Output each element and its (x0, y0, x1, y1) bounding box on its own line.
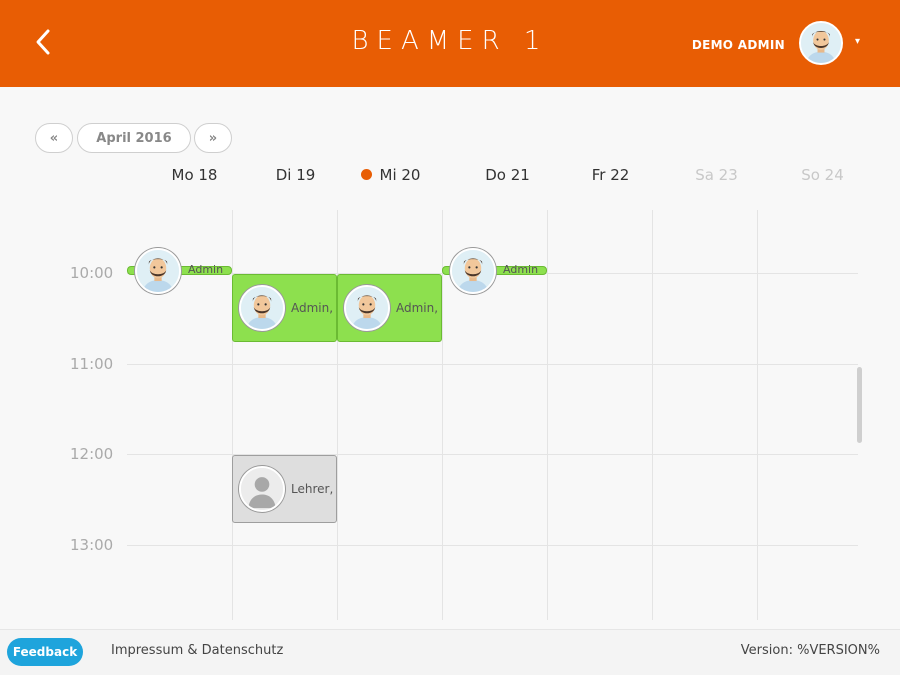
event-avatar (344, 285, 390, 331)
avatar-icon (346, 287, 388, 329)
event-label: Lehrer, (291, 482, 334, 496)
month-selector[interactable]: April 2016 (77, 123, 191, 153)
event-mi-admin[interactable]: Admin, (337, 274, 442, 342)
time-label: 12:00 (70, 445, 114, 463)
day-header-di: Di 19 (275, 166, 316, 184)
top-bar: BEAMER 1 DEMO ADMIN ▾ (0, 0, 900, 87)
day-header-mi: Mi 20 (338, 166, 443, 184)
next-week-button[interactable]: » (194, 123, 232, 153)
version-label: Version: %VERSION% (740, 643, 880, 658)
event-label: Admin, (291, 301, 334, 315)
user-avatar[interactable] (799, 21, 843, 65)
time-label: 10:00 (70, 264, 114, 282)
previous-week-button[interactable]: « (35, 123, 73, 153)
event-di-admin[interactable]: Admin, (232, 274, 337, 342)
event-label: Admin (503, 263, 539, 276)
day-header-mo: Mo 18 (171, 166, 218, 184)
day-header-so: So 24 (801, 166, 844, 184)
today-indicator-icon (360, 169, 372, 180)
chevron-down-icon[interactable]: ▾ (855, 36, 860, 47)
avatar-icon (801, 23, 841, 63)
event-avatar[interactable] (450, 248, 496, 294)
avatar-icon (137, 250, 179, 292)
impressum-link[interactable]: Impressum & Datenschutz (111, 643, 283, 658)
event-avatar (239, 285, 285, 331)
day-header-do: Do 21 (485, 166, 530, 184)
time-label: 13:00 (70, 536, 114, 554)
avatar-icon (241, 287, 283, 329)
event-avatar[interactable] (135, 248, 181, 294)
feedback-button[interactable]: Feedback (7, 638, 83, 666)
event-avatar (239, 466, 285, 512)
footer: Feedback Impressum & Datenschutz Version… (0, 629, 900, 675)
event-di-lehrer[interactable]: Lehrer, (232, 455, 337, 523)
user-name[interactable]: DEMO ADMIN (692, 38, 785, 52)
day-header-sa: Sa 23 (695, 166, 738, 184)
event-label: Admin (188, 263, 224, 276)
person-placeholder-icon (241, 468, 283, 510)
day-header-fr: Fr 22 (591, 166, 630, 184)
time-label: 11:00 (70, 355, 114, 373)
scrollbar[interactable] (857, 367, 862, 443)
avatar-icon (452, 250, 494, 292)
event-label: Admin, (396, 301, 439, 315)
